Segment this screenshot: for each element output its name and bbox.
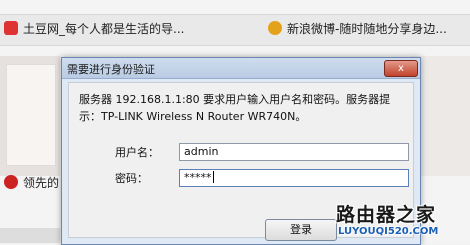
auth-message: 服务器 192.168.1.1:80 要求用户输入用户名和密码。服务器提示：TP…	[79, 93, 391, 123]
page-thumbnail-bottom	[0, 228, 60, 243]
watermark-logo: 路由器之家 LUYOUQI520.COM	[336, 200, 470, 243]
close-icon: x	[398, 63, 404, 74]
password-value: *****	[184, 171, 212, 184]
watermark-title: 路由器之家	[336, 204, 437, 226]
speed-dial-weibo[interactable]: 新浪微博-随时随地分享身边...	[268, 20, 447, 37]
page-thumbnail-left[interactable]	[0, 56, 60, 176]
password-label: 密码：	[115, 172, 148, 185]
text-caret	[212, 171, 214, 183]
speed-dial-row: 土豆网_每个人都是生活的导... 新浪微博-随时随地分享身边...	[0, 14, 470, 46]
username-label: 用户名：	[115, 146, 159, 159]
tudou-icon	[4, 21, 18, 35]
dialog-title: 需要进行身份验证	[67, 63, 155, 76]
speed-dial-tudou[interactable]: 土豆网_每个人都是生活的导...	[4, 20, 184, 37]
watermark-url: LUYOUQI520.COM	[338, 226, 439, 237]
site-icon	[4, 175, 18, 189]
dialog-titlebar[interactable]: 需要进行身份验证 x	[62, 58, 420, 79]
username-input[interactable]: admin	[179, 143, 409, 161]
password-input[interactable]: *****	[179, 169, 409, 187]
speed-dial-item[interactable]: 领先的	[4, 174, 59, 191]
close-button[interactable]: x	[384, 60, 418, 77]
weibo-icon	[268, 21, 282, 35]
login-button[interactable]: 登录	[265, 219, 337, 241]
username-value: admin	[184, 145, 219, 158]
